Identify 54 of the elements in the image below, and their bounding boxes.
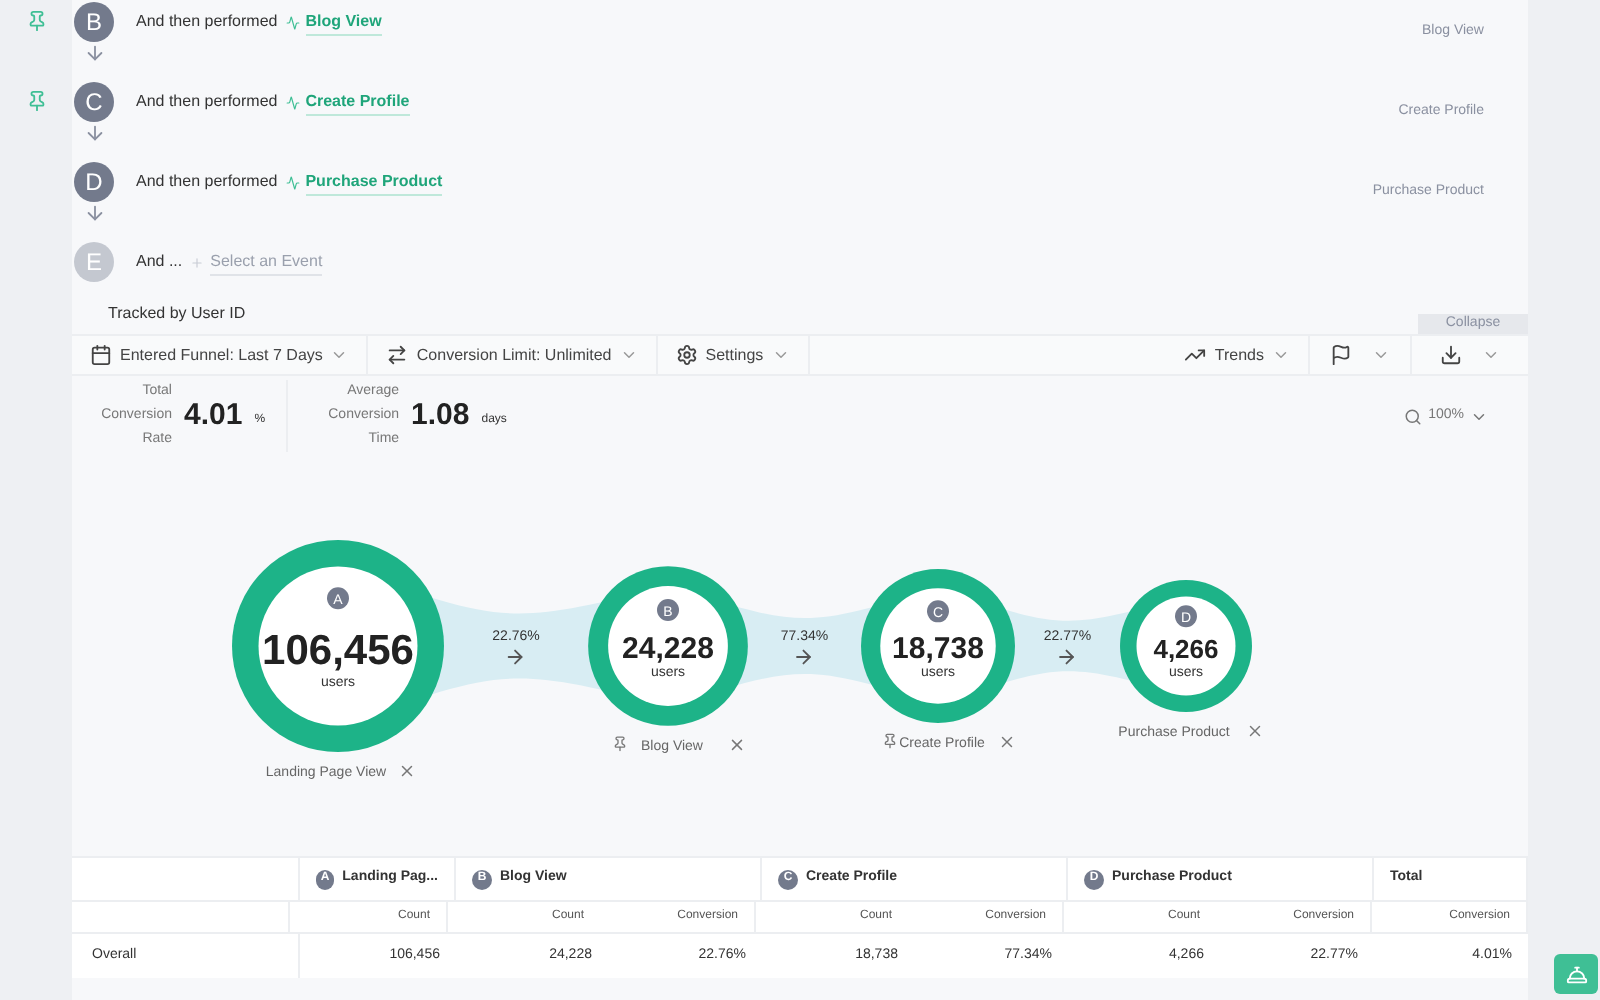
chevron-icon xyxy=(330,346,349,364)
right-arrow-icon xyxy=(507,649,523,665)
remove-icon[interactable] xyxy=(401,765,413,777)
user-count: 24,228 xyxy=(622,632,714,666)
user-count: 4,266 xyxy=(1153,634,1219,664)
download-icon xyxy=(1440,344,1462,366)
calendar-icon xyxy=(90,344,112,366)
event-link[interactable]: Blog View xyxy=(305,9,382,35)
step-prefix: And then performed xyxy=(136,90,278,114)
tracked-by-label: Tracked by User ID xyxy=(108,302,246,326)
plus-icon xyxy=(190,255,205,269)
step-letter: E xyxy=(74,242,114,282)
trend-icon xyxy=(1184,344,1207,366)
down-arrow-icon xyxy=(83,202,105,224)
event-link[interactable]: Purchase Product xyxy=(305,169,443,195)
toolbar-dropdown[interactable]: Conversion Limit: Unlimited xyxy=(368,336,658,374)
chevron-icon xyxy=(1272,346,1290,364)
down-arrow-icon xyxy=(83,122,105,144)
step-prefix: And then performed xyxy=(136,10,278,34)
chevron-icon xyxy=(771,346,790,364)
settings-icon xyxy=(675,344,698,366)
trends-dropdown[interactable]: Trends xyxy=(1166,336,1310,374)
help-button[interactable] xyxy=(1554,954,1598,994)
step-prefix: And then performed xyxy=(136,170,278,194)
step-letter: C xyxy=(74,82,114,122)
step-letter: B xyxy=(74,2,114,42)
chevron-icon xyxy=(1372,346,1390,364)
bell-icon xyxy=(1565,963,1587,985)
right-arrow-icon xyxy=(796,649,811,665)
swap-icon xyxy=(386,344,409,366)
funnel-ring xyxy=(1120,580,1252,712)
event-icon xyxy=(285,15,300,29)
chevron-icon xyxy=(1482,346,1500,364)
pin-icon[interactable] xyxy=(884,733,896,749)
toolbar-dropdown[interactable]: Settings xyxy=(657,336,810,374)
event-icon xyxy=(285,95,300,109)
right-arrow-icon xyxy=(1059,649,1074,665)
step-letter: D xyxy=(74,162,114,202)
user-count: 106,456 xyxy=(262,628,414,674)
pin-icon[interactable] xyxy=(614,736,626,752)
stat-value: 4.01 xyxy=(184,395,243,436)
user-count: 18,738 xyxy=(892,632,984,666)
step-prefix: And ... xyxy=(136,250,183,274)
toolbar-dropdown[interactable]: Entered Funnel: Last 7 Days xyxy=(72,336,369,374)
flag-icon xyxy=(1330,344,1352,366)
remove-icon[interactable] xyxy=(1001,736,1013,748)
down-arrow-icon xyxy=(83,42,105,64)
chevron-icon xyxy=(619,346,638,364)
event-link[interactable]: Create Profile xyxy=(305,89,410,115)
stat-value: 1.08 xyxy=(411,395,470,436)
remove-icon[interactable] xyxy=(731,739,743,751)
search-icon xyxy=(1404,407,1423,425)
event-icon xyxy=(285,175,300,189)
remove-icon[interactable] xyxy=(1249,725,1261,737)
